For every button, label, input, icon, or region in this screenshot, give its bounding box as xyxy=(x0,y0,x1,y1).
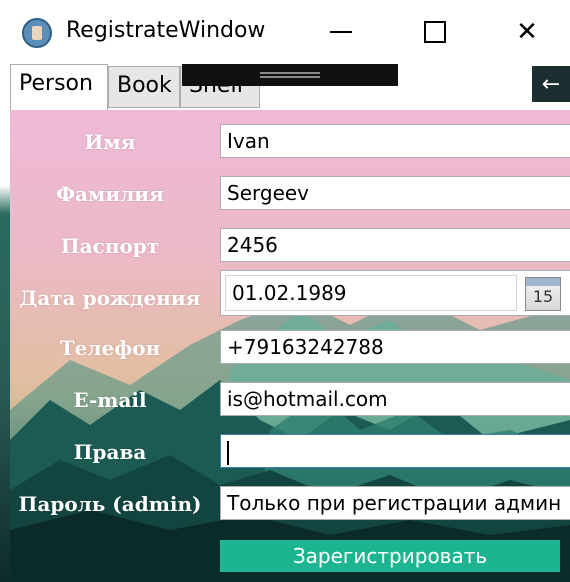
grip-icon xyxy=(260,72,320,78)
drag-handle-bar[interactable] xyxy=(182,64,398,86)
maximize-button[interactable] xyxy=(410,10,460,54)
password-label: Пароль (admin) xyxy=(18,492,202,516)
passport-label: Паспорт xyxy=(60,234,160,258)
calendar-day: 15 xyxy=(532,287,554,306)
back-button[interactable]: ← xyxy=(532,66,570,102)
last-name-field[interactable]: Sergeev xyxy=(220,176,570,210)
phone-field[interactable]: +79163242788 xyxy=(220,330,570,364)
first-name-label: Имя xyxy=(84,130,136,154)
minimize-button[interactable] xyxy=(316,10,366,54)
tab-person[interactable]: Person xyxy=(10,64,108,110)
email-label: E-mail xyxy=(73,388,147,412)
email-field[interactable]: is@hotmail.com xyxy=(220,382,570,416)
title-bar: RegistrateWindow ✕ xyxy=(0,0,570,64)
text-caret xyxy=(227,440,229,465)
calendar-icon xyxy=(526,278,560,286)
close-button[interactable]: ✕ xyxy=(502,10,552,54)
app-icon xyxy=(22,18,52,48)
birthdate-label: Дата рождения xyxy=(19,286,201,310)
phone-label: Телефон xyxy=(59,336,161,360)
rights-label: Права xyxy=(73,440,147,464)
first-name-field[interactable]: Ivan xyxy=(220,124,570,158)
birthdate-field[interactable]: 01.02.1989 xyxy=(225,275,517,311)
background-strip xyxy=(0,110,10,582)
person-form-panel: Имя Ivan Фамилия Sergeev Паспорт 2456 Да… xyxy=(10,110,570,582)
register-button[interactable]: Зарегистрировать xyxy=(220,540,560,572)
password-field[interactable]: Только при регистрации админ xyxy=(220,486,570,520)
rights-field[interactable] xyxy=(220,434,570,468)
tab-book[interactable]: Book xyxy=(108,66,180,108)
calendar-button[interactable]: 15 xyxy=(525,277,561,311)
passport-field[interactable]: 2456 xyxy=(220,228,570,262)
maximize-icon xyxy=(424,21,446,43)
arrow-left-icon: ← xyxy=(541,71,561,97)
close-icon: ✕ xyxy=(516,17,538,47)
window-title: RegistrateWindow xyxy=(66,18,266,43)
last-name-label: Фамилия xyxy=(56,182,164,206)
birthdate-picker[interactable]: 01.02.1989 15 xyxy=(220,270,570,316)
minimize-icon xyxy=(330,31,352,33)
